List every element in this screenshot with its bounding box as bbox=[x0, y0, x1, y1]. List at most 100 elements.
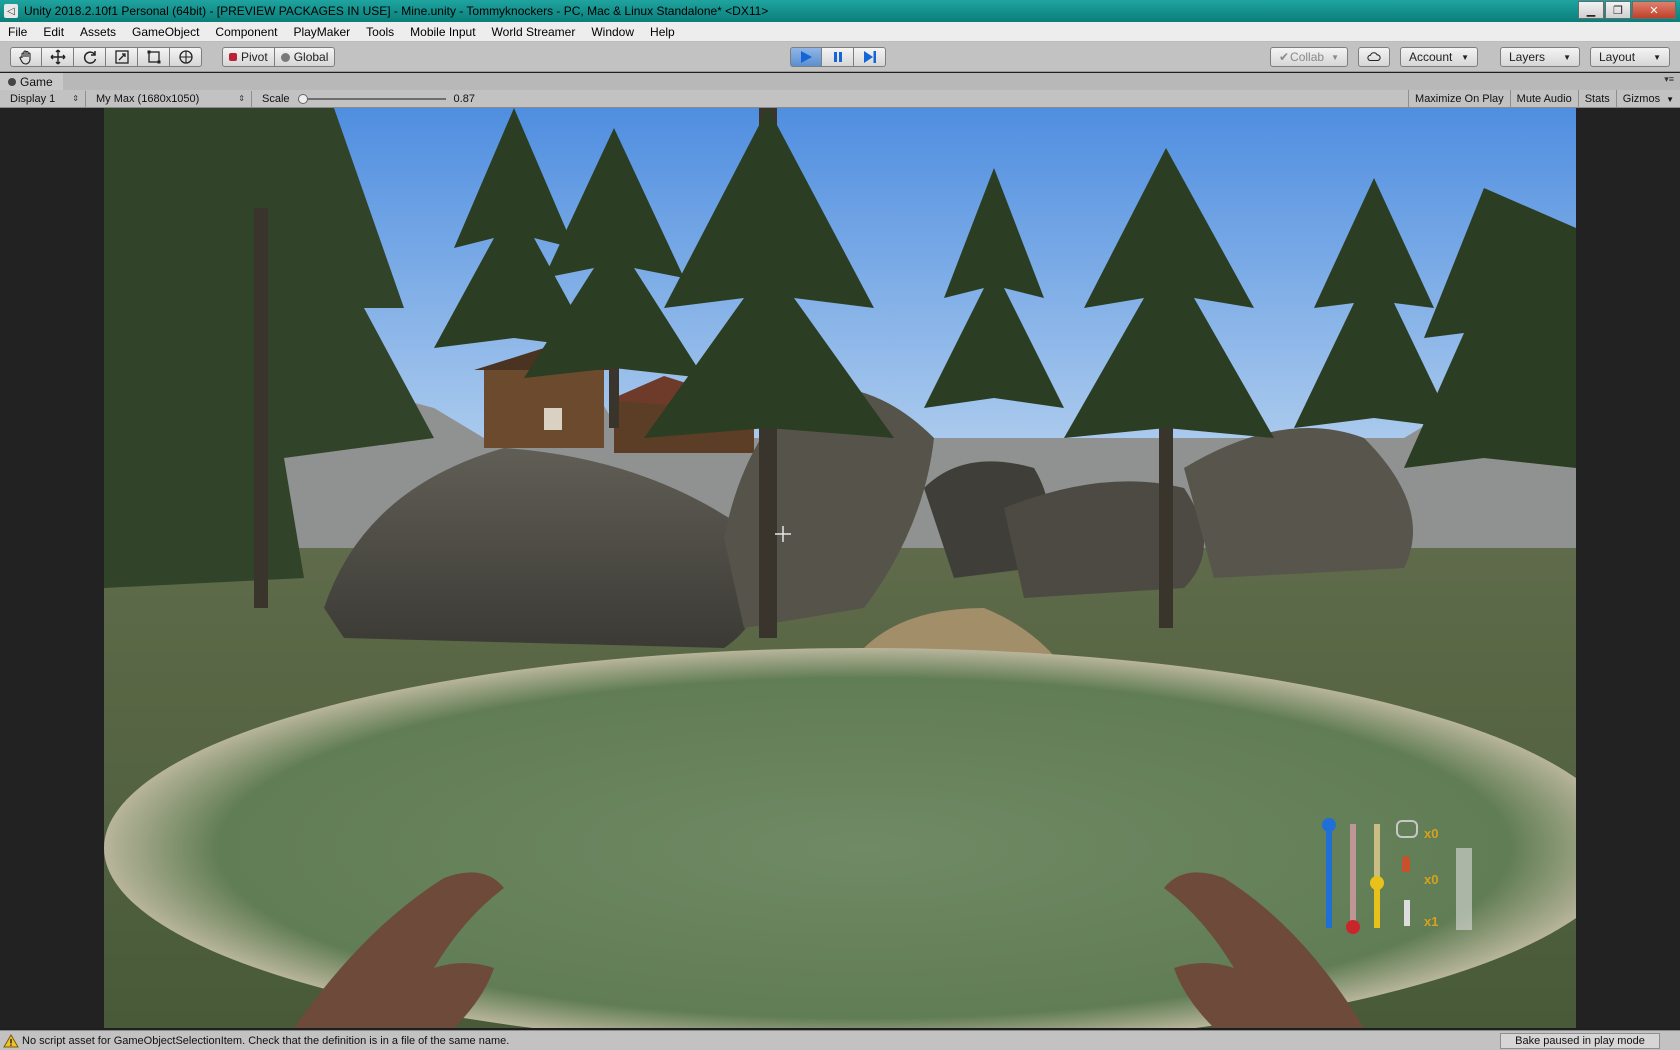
scale-value: 0.87 bbox=[453, 92, 475, 105]
layout-label: Layout bbox=[1599, 50, 1636, 64]
window-title: Unity 2018.2.10f1 Personal (64bit) - [PR… bbox=[24, 4, 769, 18]
mute-audio-toggle[interactable]: Mute Audio bbox=[1509, 90, 1578, 108]
menu-mobile-input[interactable]: Mobile Input bbox=[402, 22, 483, 42]
game-panel-header: Game ▾≡ bbox=[0, 73, 1680, 90]
layout-dropdown[interactable]: Layout ▼ bbox=[1590, 47, 1670, 67]
resolution-dropdown[interactable]: My Max (1680x1050) ⇕ bbox=[86, 90, 252, 107]
transform-gizmo-icon bbox=[178, 50, 193, 64]
item-icon bbox=[1404, 900, 1410, 926]
collab-dropdown[interactable]: ✔ Collab ▼ bbox=[1270, 47, 1348, 67]
updown-caret-icon: ⇕ bbox=[72, 94, 79, 103]
chevron-down-icon: ▼ bbox=[1653, 52, 1661, 62]
step-icon bbox=[863, 51, 876, 63]
scale-slider[interactable] bbox=[297, 92, 446, 106]
torch-icon bbox=[1402, 856, 1410, 872]
unity-logo-icon: ◁ bbox=[4, 4, 18, 18]
pivot-icon bbox=[229, 53, 237, 61]
menu-help[interactable]: Help bbox=[642, 22, 683, 42]
transform-tools bbox=[10, 47, 202, 67]
menu-gameobject[interactable]: GameObject bbox=[124, 22, 207, 42]
layers-label: Layers bbox=[1509, 50, 1546, 64]
global-toggle-button[interactable]: Global bbox=[274, 47, 336, 67]
bake-status: Bake paused in play mode bbox=[1500, 1033, 1660, 1049]
console-message[interactable]: No script asset for GameObjectSelectionI… bbox=[22, 1035, 509, 1047]
scale-label: Scale bbox=[262, 92, 290, 105]
resolution-label: My Max (1680x1050) bbox=[96, 92, 200, 105]
menu-playmaker[interactable]: PlayMaker bbox=[285, 22, 358, 42]
minimize-button[interactable]: ▁ bbox=[1578, 1, 1604, 19]
chevron-down-icon: ▼ bbox=[1461, 52, 1469, 62]
window-controls: ▁ ❐ ✕ bbox=[1578, 1, 1676, 19]
play-button[interactable] bbox=[790, 47, 822, 67]
menu-assets[interactable]: Assets bbox=[72, 22, 124, 42]
blue-meter-knob bbox=[1322, 818, 1336, 832]
game-view-toolbar: Display 1 ⇕ My Max (1680x1050) ⇕ Scale 0… bbox=[0, 90, 1680, 108]
game-viewport[interactable]: x0 x0 x1 bbox=[104, 108, 1576, 1028]
stats-toggle[interactable]: Stats bbox=[1577, 90, 1616, 108]
chevron-down-icon: ▼ bbox=[1331, 52, 1339, 62]
torch-count: x0 bbox=[1424, 872, 1439, 887]
cloud-icon bbox=[1367, 52, 1381, 62]
maximize-on-play-toggle[interactable]: Maximize On Play bbox=[1408, 90, 1510, 108]
scale-tool-button[interactable] bbox=[106, 47, 138, 67]
pause-button[interactable] bbox=[822, 47, 854, 67]
menu-component[interactable]: Component bbox=[207, 22, 285, 42]
game-tab-label: Game bbox=[20, 74, 53, 89]
move-arrows-icon bbox=[50, 49, 65, 65]
tab-game[interactable]: Game bbox=[0, 73, 63, 90]
display-label: Display 1 bbox=[10, 92, 56, 105]
pivot-label: Pivot bbox=[241, 50, 268, 64]
rotate-tool-button[interactable] bbox=[74, 47, 106, 67]
inventory-icon bbox=[1396, 820, 1418, 838]
layers-dropdown[interactable]: Layers ▼ bbox=[1500, 47, 1580, 67]
game-view-toggles: Maximize On Play Mute Audio Stats Gizmos… bbox=[1408, 90, 1680, 108]
hand-tool-button[interactable] bbox=[10, 47, 42, 67]
panel-menu-icon[interactable]: ▾≡ bbox=[1664, 74, 1674, 85]
cloud-button[interactable] bbox=[1358, 47, 1390, 67]
menu-world-streamer[interactable]: World Streamer bbox=[484, 22, 584, 42]
menu-tools[interactable]: Tools bbox=[358, 22, 402, 42]
rotate-icon bbox=[83, 51, 96, 64]
yellow-meter-knob bbox=[1370, 876, 1384, 890]
blue-meter-fill bbox=[1326, 829, 1332, 928]
rect-transform-icon bbox=[147, 50, 160, 64]
main-toolbar: Pivot Global ✔ Collab ▼ Account ▼ Layers… bbox=[0, 42, 1680, 72]
account-label: Account bbox=[1409, 50, 1453, 64]
chevron-down-icon: ▼ bbox=[1666, 94, 1674, 104]
globe-icon bbox=[280, 52, 290, 62]
scale-slider-handle[interactable] bbox=[297, 93, 308, 104]
rect-tool-button[interactable] bbox=[138, 47, 170, 67]
menu-window[interactable]: Window bbox=[583, 22, 642, 42]
display-dropdown[interactable]: Display 1 ⇕ bbox=[0, 90, 86, 107]
account-dropdown[interactable]: Account ▼ bbox=[1400, 47, 1478, 67]
restore-button[interactable]: ❐ bbox=[1605, 1, 1631, 19]
updown-caret-icon: ⇕ bbox=[238, 94, 245, 103]
hand-icon bbox=[19, 50, 31, 65]
menu-edit[interactable]: Edit bbox=[35, 22, 72, 42]
red-meter-knob bbox=[1346, 920, 1360, 934]
scale-control: Scale 0.87 bbox=[252, 92, 475, 106]
pause-icon bbox=[833, 52, 842, 62]
close-button[interactable]: ✕ bbox=[1632, 1, 1676, 19]
transform-all-tool-button[interactable] bbox=[170, 47, 202, 67]
step-button[interactable] bbox=[854, 47, 886, 67]
pivot-toggle-button[interactable]: Pivot bbox=[222, 47, 275, 67]
playback-controls bbox=[790, 47, 886, 67]
red-meter bbox=[1346, 824, 1360, 934]
menu-file[interactable]: File bbox=[0, 22, 35, 42]
status-bar: No script asset for GameObjectSelectionI… bbox=[0, 1030, 1680, 1050]
global-label: Global bbox=[293, 50, 329, 64]
move-tool-button[interactable] bbox=[42, 47, 74, 67]
gizmos-dropdown[interactable]: Gizmos ▼ bbox=[1615, 90, 1680, 108]
scale-slider-track bbox=[297, 97, 446, 100]
title-bar: ◁ Unity 2018.2.10f1 Personal (64bit) - [… bbox=[0, 0, 1680, 22]
collab-label: Collab bbox=[1290, 50, 1325, 64]
menu-bar: File Edit Assets GameObject Component Pl… bbox=[0, 22, 1680, 42]
yellow-meter bbox=[1370, 824, 1384, 928]
gizmos-label: Gizmos bbox=[1622, 93, 1661, 105]
game-camera-icon bbox=[8, 77, 16, 86]
collab-check-icon: ✔ bbox=[1279, 50, 1290, 64]
item-count: x1 bbox=[1424, 914, 1439, 929]
hud-panel: x0 x0 x1 bbox=[1294, 818, 1534, 938]
play-icon bbox=[801, 51, 812, 63]
